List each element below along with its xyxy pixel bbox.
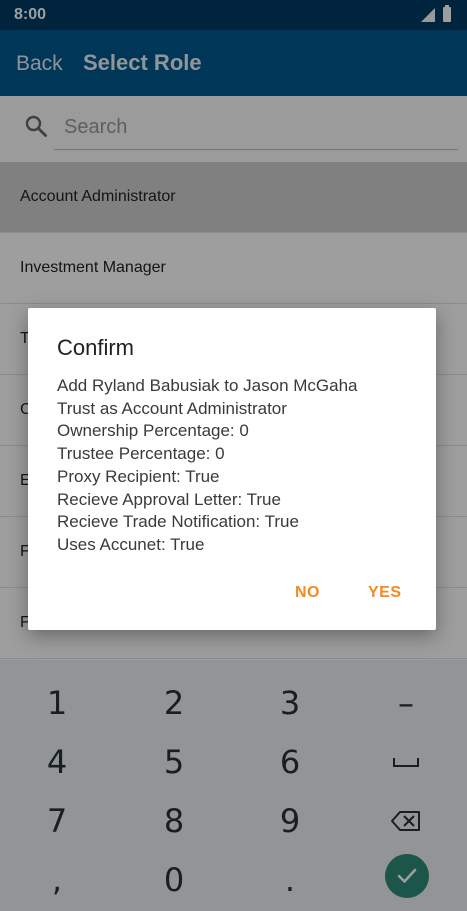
check-icon bbox=[397, 868, 417, 883]
key-7[interactable]: 7 bbox=[7, 792, 107, 850]
yes-button[interactable]: YES bbox=[368, 584, 402, 602]
backspace-icon bbox=[391, 811, 420, 831]
enter-key[interactable] bbox=[385, 854, 429, 898]
key-8[interactable]: 8 bbox=[124, 792, 224, 850]
space-key[interactable] bbox=[356, 733, 456, 791]
key-9[interactable]: 9 bbox=[240, 792, 340, 850]
dialog-line: Recieve Trade Notification: True bbox=[57, 512, 299, 532]
no-button[interactable]: NO bbox=[295, 584, 320, 602]
key-0[interactable]: 0 bbox=[124, 851, 224, 909]
dialog-line: Trustee Percentage: 0 bbox=[57, 444, 225, 464]
dialog-line: Proxy Recipient: True bbox=[57, 466, 220, 486]
key-4[interactable]: 4 bbox=[7, 733, 107, 791]
confirm-dialog: Confirm Add Ryland Babusiak to Jason McG… bbox=[28, 308, 436, 630]
key-minus[interactable]: – bbox=[356, 674, 456, 732]
dialog-line: Ownership Percentage: 0 bbox=[57, 421, 249, 441]
key-period[interactable]: . bbox=[240, 851, 340, 909]
key-1[interactable]: 1 bbox=[7, 674, 107, 732]
key-5[interactable]: 5 bbox=[124, 733, 224, 791]
dialog-line: Recieve Approval Letter: True bbox=[57, 489, 281, 509]
dialog-title: Confirm bbox=[57, 335, 135, 360]
key-3[interactable]: 3 bbox=[240, 674, 340, 732]
key-6[interactable]: 6 bbox=[240, 733, 340, 791]
dialog-line: Uses Accunet: True bbox=[57, 534, 205, 554]
dialog-line: Add Ryland Babusiak to Jason McGaha bbox=[57, 376, 358, 395]
key-comma[interactable]: , bbox=[7, 851, 107, 909]
dialog-message: Add Ryland Babusiak to Jason McGaha Trus… bbox=[57, 375, 417, 557]
key-2[interactable]: 2 bbox=[124, 674, 224, 732]
numeric-keyboard: 1 2 3 – 4 5 6 7 8 9 , 0 . bbox=[0, 660, 467, 911]
space-icon bbox=[393, 758, 419, 767]
dialog-line: Trust as Account Administrator bbox=[57, 398, 287, 418]
backspace-key[interactable] bbox=[356, 792, 456, 850]
